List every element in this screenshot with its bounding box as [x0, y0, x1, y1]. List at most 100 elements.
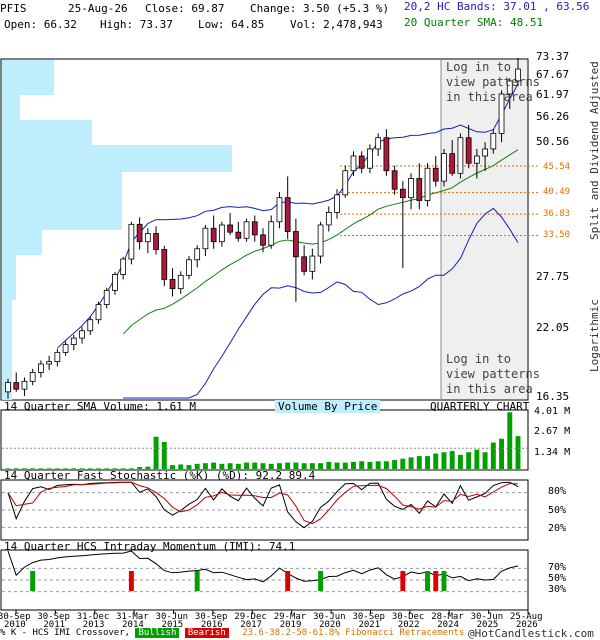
candle-down — [169, 279, 176, 290]
candle-up — [38, 363, 44, 373]
candle-up — [194, 248, 201, 261]
candle-up — [87, 319, 94, 332]
candle-up — [367, 148, 373, 169]
candle-up — [177, 274, 184, 290]
volume-bar — [457, 454, 463, 469]
candle-up — [490, 132, 497, 150]
candle-up — [243, 221, 250, 239]
volume-bar — [425, 456, 430, 469]
volume-bar — [408, 457, 414, 469]
candle-up — [79, 330, 85, 339]
candle-down — [416, 178, 423, 201]
bearish-crossover-mark — [400, 571, 406, 591]
volume-bar — [342, 462, 348, 469]
fib-label: 45.54 — [543, 162, 571, 172]
imi-tick: 30% — [548, 584, 567, 595]
volume-by-price-bar — [2, 95, 20, 120]
volume-by-price-bar — [2, 172, 122, 230]
y-tick: 56.26 — [536, 110, 570, 123]
candle-up — [474, 155, 480, 164]
y-tick: 22.05 — [536, 321, 570, 334]
candle-down — [161, 249, 168, 280]
candle-down — [136, 223, 143, 243]
stoch-tick: 50% — [548, 505, 567, 516]
volume-bar — [375, 461, 381, 469]
candle-down — [251, 221, 258, 236]
patterns-overlay-top[interactable]: Log in to view patterns in this area — [446, 60, 540, 105]
bullish-crossover-mark — [194, 571, 200, 591]
volume-bar — [490, 442, 496, 469]
bullish-crossover-mark — [30, 571, 36, 591]
volume-bar — [515, 436, 521, 469]
volume-panel-frame — [0, 409, 529, 471]
candle-down — [391, 170, 398, 190]
bearish-crossover-mark — [433, 571, 439, 591]
bearish-crossover-mark — [285, 571, 291, 591]
candle-up — [408, 178, 414, 199]
candle-up — [95, 304, 102, 321]
log-scale-label: Logarithmic — [588, 299, 600, 372]
bearish-crossover-mark — [128, 571, 134, 591]
volume-bar — [507, 412, 513, 469]
candle-up — [120, 258, 127, 275]
candle-up — [46, 361, 52, 365]
overlay-line: Log in to — [446, 352, 512, 366]
bullish-legend: Bullish — [135, 628, 180, 638]
imi-title: 14 Quarter HCS Intraday Momentum (IMI): … — [4, 540, 296, 553]
fib-label: 36.83 — [543, 209, 571, 219]
imi-tick: 70% — [548, 562, 567, 573]
volume-by-price-label: Volume By Price — [275, 400, 381, 413]
candle-up — [5, 382, 11, 393]
candle-up — [128, 223, 135, 260]
candle-up — [334, 194, 340, 213]
fibonacci-note: 23.6-38.2-50-61.8% Fibonacci Retracement… — [242, 628, 465, 638]
volume-bar — [153, 436, 159, 469]
candle-up — [276, 197, 283, 223]
patterns-overlay-bottom[interactable]: Log in to view patterns in this area — [446, 352, 540, 397]
candle-up — [342, 170, 349, 196]
y-tick: 73.37 — [536, 50, 570, 63]
volume-bar — [466, 452, 472, 469]
overlay-line: Log in to — [446, 60, 512, 74]
vol-tick: 4.01 M — [534, 406, 571, 417]
volume-bar — [400, 458, 406, 469]
volume-by-price-bar — [2, 145, 232, 172]
candle-up — [103, 289, 110, 305]
stoch-d-line — [7, 481, 519, 525]
candle-up — [21, 380, 28, 390]
candle-down — [210, 227, 217, 243]
imi-tick: 50% — [548, 573, 567, 584]
volume-bar — [482, 452, 488, 469]
candle-up — [317, 224, 324, 257]
y-tick: 27.75 — [536, 270, 570, 283]
y-tick: 50.56 — [536, 135, 570, 148]
candle-down — [284, 197, 291, 232]
candle-down — [399, 188, 406, 199]
volume-bar — [433, 453, 439, 469]
volume-bar — [416, 456, 422, 469]
candle-up — [482, 148, 488, 157]
candle-up — [309, 255, 316, 272]
bullish-crossover-mark — [425, 571, 430, 591]
volume-bar — [359, 461, 365, 469]
volume-bar — [449, 450, 455, 469]
volume-bar — [326, 461, 332, 469]
candle-down — [235, 231, 242, 239]
candle-down — [260, 234, 266, 246]
candle-down — [432, 167, 439, 182]
volume-bar — [318, 463, 324, 469]
candle-up — [62, 344, 69, 353]
candle-down — [293, 231, 299, 258]
candle-down — [301, 256, 307, 272]
candle-down — [227, 224, 233, 233]
candle-up — [219, 224, 225, 243]
site-credit: @HotCandlestick.com — [468, 627, 594, 640]
overlay-line: in this area — [446, 90, 533, 104]
y-tick: 16.35 — [536, 390, 570, 403]
candle-up — [54, 351, 61, 363]
candle-down — [449, 153, 456, 174]
candle-up — [70, 337, 77, 345]
y-tick: 67.67 — [536, 68, 570, 81]
overlay-line: in this area — [446, 382, 533, 396]
bullish-crossover-mark — [318, 571, 324, 591]
